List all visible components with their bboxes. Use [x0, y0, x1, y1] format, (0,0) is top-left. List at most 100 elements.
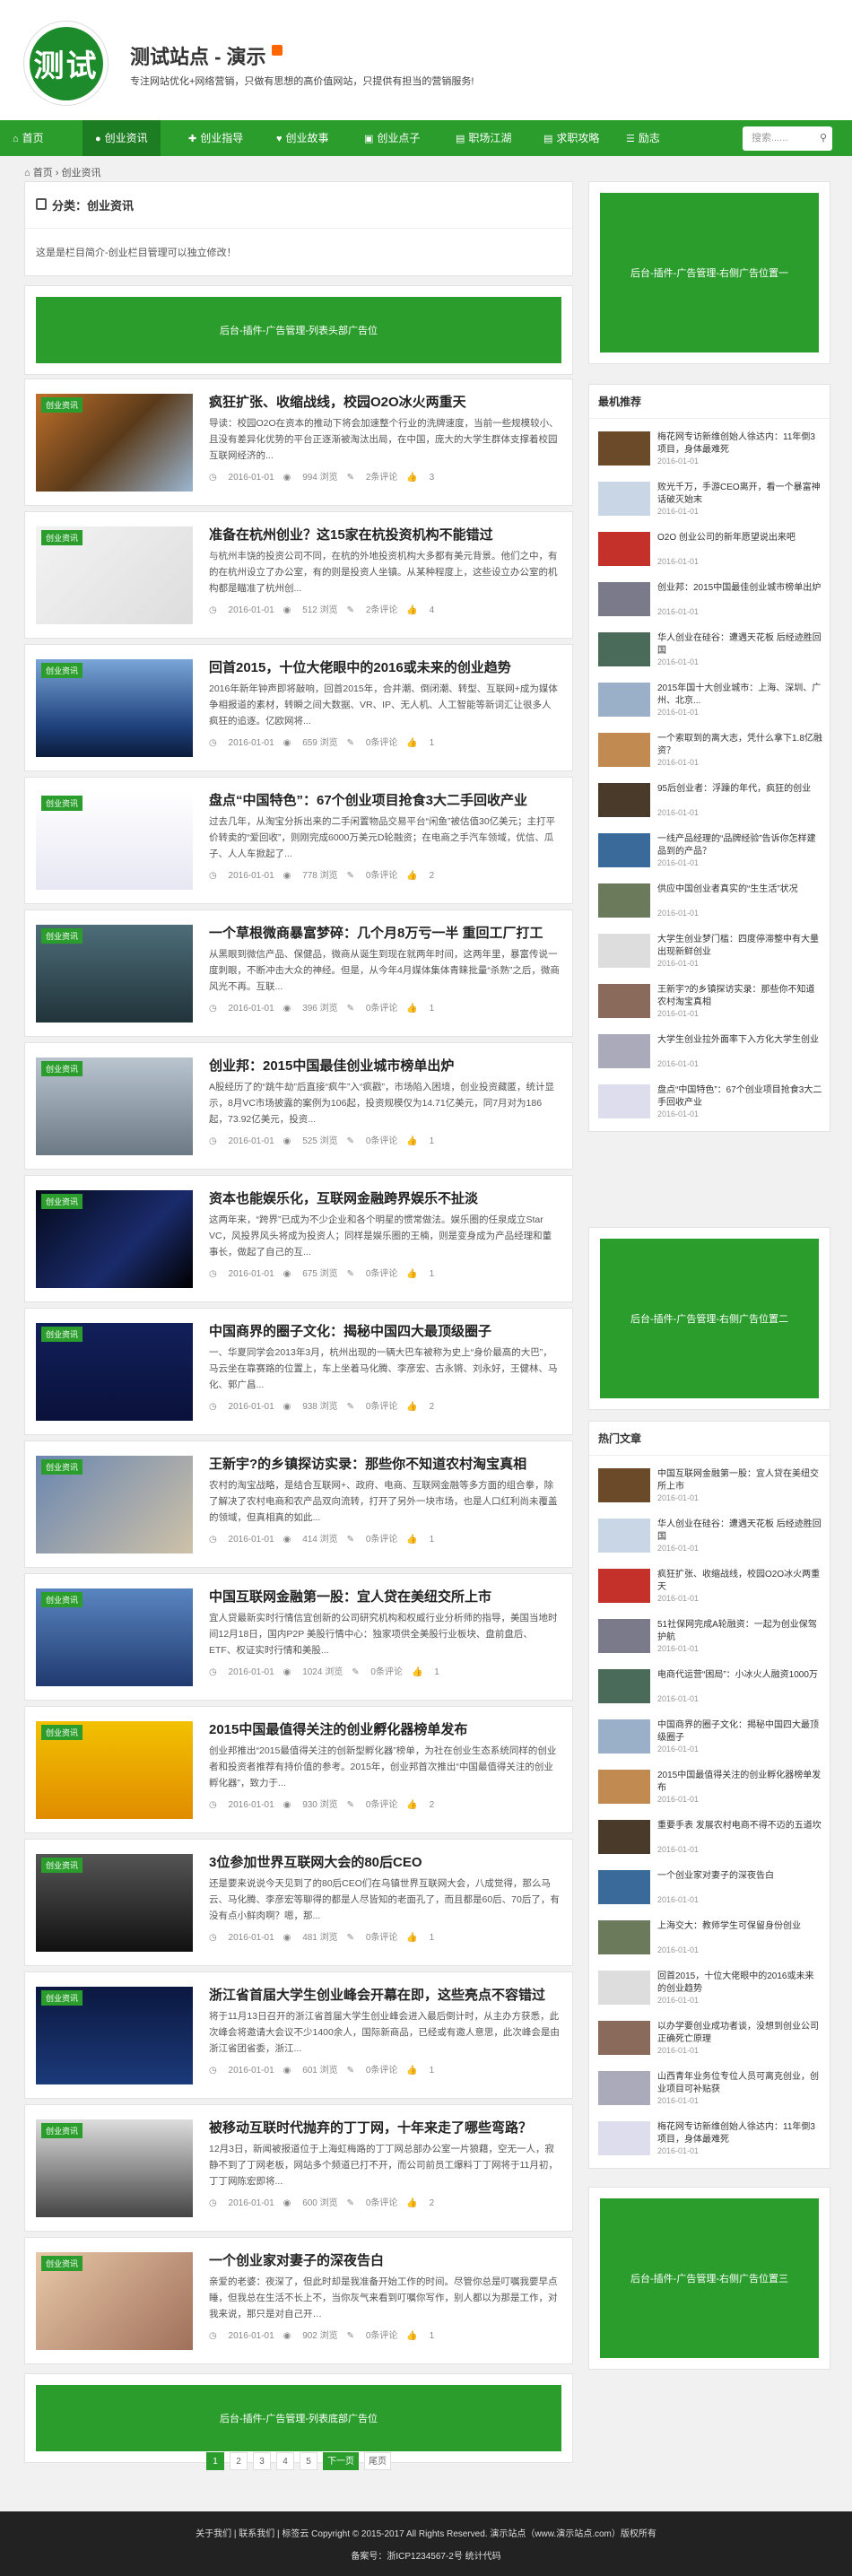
post-thumbnail[interactable]: 创业资讯	[36, 792, 193, 890]
post-likes[interactable]: 1	[430, 1269, 435, 1279]
side-item-title[interactable]: 梅花网专访新维创始人徐达内：11年倒3项目，身体最难死	[657, 431, 822, 457]
post-item[interactable]: 创业资讯 王新宇?的乡镇探访实录：那些你不知道农村淘宝真相 农村的淘宝战略，是结…	[24, 1440, 573, 1568]
category-badge[interactable]: 创业资讯	[41, 530, 83, 545]
side-item[interactable]: 梅花网专访新维创始人徐达内：11年倒3项目，身体最难死 2016-01-01	[598, 430, 822, 469]
post-thumbnail[interactable]: 创业资讯	[36, 527, 193, 624]
side-item[interactable]: 一线产品经理的“品牌经验”告诉你怎样建品到的产品？ 2016-01-01	[598, 831, 822, 871]
side-thumbnail[interactable]	[598, 883, 650, 918]
post-thumbnail[interactable]: 创业资讯	[36, 1323, 193, 1421]
post-thumbnail[interactable]: 创业资讯	[36, 2252, 193, 2350]
post-comments[interactable]: 0条评论	[366, 1269, 398, 1279]
footer-links[interactable]: 关于我们 | 联系我们 | 标签云 Copyright © 2015-2017 …	[0, 2526, 852, 2539]
side-item[interactable]: 供应中国创业者真实的“生生活”状况 2016-01-01	[598, 882, 822, 921]
category-badge[interactable]: 创业资讯	[41, 796, 83, 811]
post-thumbnail[interactable]: 创业资讯	[36, 1057, 193, 1155]
side-item-title[interactable]: 回首2015，十位大佬眼中的2016或未来的创业趋势	[657, 1971, 822, 1996]
post-thumbnail[interactable]: 创业资讯	[36, 1987, 193, 2084]
post-thumbnail[interactable]: 创业资讯	[36, 394, 193, 492]
side-item-title[interactable]: 2015年国十大创业城市：上海、深圳、广州、北京...	[657, 683, 822, 708]
post-item[interactable]: 创业资讯 疯狂扩张、收缩战线，校园O2O冰火两重天 导读：校园O2O在资本的推动…	[24, 379, 573, 506]
post-comments[interactable]: 0条评论	[366, 1004, 398, 1014]
search-input[interactable]: 搜索...... ⚲	[743, 126, 832, 151]
post-comments[interactable]: 0条评论	[366, 1402, 398, 1412]
side-item-title[interactable]: 95后创业者：浮躁的年代，疯狂的创业	[657, 783, 822, 808]
side-item[interactable]: 上海交大：教师学生可保留身份创业 2016-01-01	[598, 1919, 822, 1958]
post-title[interactable]: 被移动互联时代抛弃的丁丁网，十年来走了哪些弯路？	[209, 2118, 561, 2137]
page-1-button[interactable]: 1	[206, 2452, 224, 2470]
side-item[interactable]: 以办学要创业成功者谈，没想到创业公司正确死亡原理 2016-01-01	[598, 2019, 822, 2058]
rss-icon[interactable]	[271, 45, 283, 56]
post-thumbnail[interactable]: 创业资讯	[36, 1190, 193, 1288]
post-title[interactable]: 王新宇?的乡镇探访实录：那些你不知道农村淘宝真相	[209, 1454, 561, 1473]
side-item[interactable]: 盘点“中国特色”：67个创业项目抢食3大二手回收产业 2016-01-01	[598, 1083, 822, 1122]
side-thumbnail[interactable]	[598, 733, 650, 767]
post-title[interactable]: 中国互联网金融第一股：宜人贷在美纽交所上市	[209, 1587, 561, 1606]
side-thumbnail[interactable]	[598, 532, 650, 566]
post-item[interactable]: 创业资讯 2015中国最值得关注的创业孵化器榜单发布 创业邦推出“2015最值得…	[24, 1706, 573, 1833]
post-likes[interactable]: 4	[430, 605, 435, 615]
side-thumbnail[interactable]	[598, 582, 650, 616]
post-likes[interactable]: 3	[430, 473, 435, 483]
post-title[interactable]: 盘点“中国特色”：67个创业项目抢食3大二手回收产业	[209, 790, 561, 809]
side-thumbnail[interactable]	[598, 431, 650, 466]
side-thumbnail[interactable]	[598, 1084, 650, 1118]
side-item[interactable]: 2015中国最值得关注的创业孵化器榜单发布 2016-01-01	[598, 1768, 822, 1807]
side-item-title[interactable]: 大学生创业拉外面率下入方化大学生创业	[657, 1034, 822, 1059]
side-thumbnail[interactable]	[598, 683, 650, 717]
side-item-title[interactable]: 败光千万，手游CEO离开，看一个暴富神话破灭始末	[657, 482, 822, 507]
side-item[interactable]: 山西青年业务位专位人员可离克创业，创业项目可补贴获 2016-01-01	[598, 2069, 822, 2109]
breadcrumb-home[interactable]: 首页	[33, 168, 53, 178]
post-likes[interactable]: 1	[430, 1933, 435, 1943]
nav-item-workplace[interactable]: ▤ 职场江湖	[443, 120, 524, 156]
post-item[interactable]: 创业资讯 一个创业家对妻子的深夜告白 亲爱的老婆：夜深了，但此时却是我准备开始工…	[24, 2237, 573, 2364]
side-item-title[interactable]: 山西青年业务位专位人员可离克创业，创业项目可补贴获	[657, 2071, 822, 2096]
nav-item-startup-ideas[interactable]: ▣ 创业点子	[352, 120, 432, 156]
post-thumbnail[interactable]: 创业资讯	[36, 925, 193, 1023]
side-item[interactable]: 华人创业在硅谷：遭遇天花板 后经迹胜回国 2016-01-01	[598, 631, 822, 670]
search-icon[interactable]: ⚲	[820, 126, 827, 151]
side-thumbnail[interactable]	[598, 1468, 650, 1502]
post-item[interactable]: 创业资讯 资本也能娱乐化，互联网金融跨界娱乐不扯淡 这两年来，“跨界”已成为不少…	[24, 1175, 573, 1302]
side-thumbnail[interactable]	[598, 1820, 650, 1854]
post-item[interactable]: 创业资讯 回首2015，十位大佬眼中的2016或未来的创业趋势 2016年新年钟…	[24, 644, 573, 771]
page-3-button[interactable]: 3	[253, 2452, 271, 2470]
post-comments[interactable]: 0条评论	[366, 1136, 398, 1146]
side-thumbnail[interactable]	[598, 1569, 650, 1603]
side-item[interactable]: 败光千万，手游CEO离开，看一个暴富神话破灭始末 2016-01-01	[598, 480, 822, 519]
side-item-title[interactable]: 2015中国最值得关注的创业孵化器榜单发布	[657, 1770, 822, 1795]
side-item[interactable]: 电商代运营“困局”：小冰火人融资1000万 2016-01-01	[598, 1667, 822, 1707]
nav-item-job-tips[interactable]: ▤ 求职攻略	[531, 120, 612, 156]
post-likes[interactable]: 2	[430, 1800, 435, 1810]
side-item-title[interactable]: 大学生创业梦门槛：四度停滞整中有大量出现新鲜创业	[657, 934, 822, 959]
side-item[interactable]: 回首2015，十位大佬眼中的2016或未来的创业趋势 2016-01-01	[598, 1969, 822, 2008]
nav-item-startup-news[interactable]: ● 创业资讯	[83, 120, 161, 156]
post-title[interactable]: 一个创业家对妻子的深夜告白	[209, 2250, 561, 2269]
side-item[interactable]: 大学生创业梦门槛：四度停滞整中有大量出现新鲜创业 2016-01-01	[598, 932, 822, 971]
side-item[interactable]: 创业邦：2015中国最佳创业城市榜单出炉 2016-01-01	[598, 580, 822, 620]
side-item-title[interactable]: O2O 创业公司的新年愿望说出来吧	[657, 532, 822, 557]
site-logo[interactable]: 测试	[24, 22, 108, 105]
side-item[interactable]: 一个索取到的离大志，凭什么拿下1.8亿融资？ 2016-01-01	[598, 731, 822, 770]
side-item[interactable]: 中国商界的圈子文化：揭秘中国四大最顶级圈子 2016-01-01	[598, 1718, 822, 1757]
post-comments[interactable]: 0条评论	[366, 871, 398, 881]
post-item[interactable]: 创业资讯 3位参加世界互联网大会的80后CEO 还是要来说说今天见到了的80后C…	[24, 1839, 573, 1966]
side-ad-2[interactable]: 后台-插件-广告管理-右侧广告位置二	[600, 1239, 819, 1398]
side-item-title[interactable]: 疯狂扩张、收缩战线，校园O2O冰火两重天	[657, 1569, 822, 1594]
side-item-title[interactable]: 创业邦：2015中国最佳创业城市榜单出炉	[657, 582, 822, 607]
category-badge[interactable]: 创业资讯	[41, 2256, 83, 2271]
side-thumbnail[interactable]	[598, 1719, 650, 1754]
post-likes[interactable]: 2	[430, 2198, 435, 2208]
site-title[interactable]: 测试站点 - 演示	[130, 41, 283, 70]
last-page-button[interactable]: 尾页	[364, 2452, 391, 2470]
side-item-title[interactable]: 电商代运营“困局”：小冰火人融资1000万	[657, 1669, 822, 1694]
category-badge[interactable]: 创业资讯	[41, 1194, 83, 1209]
side-item[interactable]: 大学生创业拉外面率下入方化大学生创业 2016-01-01	[598, 1032, 822, 1072]
side-item-title[interactable]: 供应中国创业者真实的“生生活”状况	[657, 883, 822, 909]
side-item-title[interactable]: 盘点“中国特色”：67个创业项目抢食3大二手回收产业	[657, 1084, 822, 1110]
post-likes[interactable]: 1	[434, 1667, 439, 1677]
post-item[interactable]: 创业资讯 中国商界的圈子文化：揭秘中国四大最顶级圈子 一、华夏同学会2013年3…	[24, 1308, 573, 1435]
post-item[interactable]: 创业资讯 准备在杭州创业？这15家在杭投资机构不能错过 与杭州丰饶的投资公司不同…	[24, 511, 573, 639]
post-title[interactable]: 创业邦：2015中国最佳创业城市榜单出炉	[209, 1056, 561, 1075]
post-likes[interactable]: 1	[430, 2066, 435, 2076]
side-item[interactable]: 重要手表 发展农村电商不得不迈的五道坎 2016-01-01	[598, 1818, 822, 1858]
